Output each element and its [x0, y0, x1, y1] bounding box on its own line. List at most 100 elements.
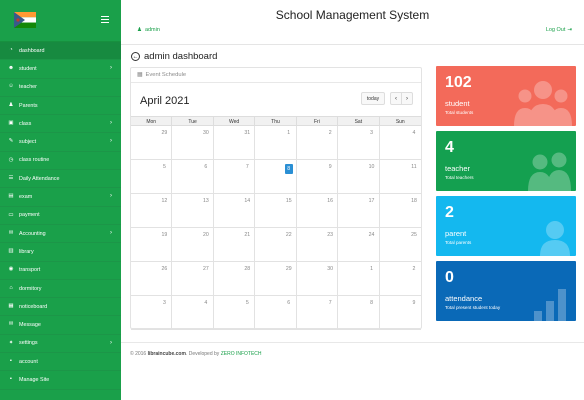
student-stat-card[interactable]: 102 student Total students: [436, 66, 576, 126]
day-number: 17: [368, 198, 375, 204]
day-number: 20: [202, 232, 209, 238]
calendar-day-cell[interactable]: 13: [172, 194, 214, 228]
calendar-day-cell[interactable]: 8: [255, 160, 297, 194]
calendar-day-cell[interactable]: 11: [379, 160, 421, 194]
sidebar-item-dormitory[interactable]: ⌂ dormitory: [0, 280, 121, 299]
calendar-day-cell[interactable]: 14: [213, 194, 256, 228]
logout-link[interactable]: Log Out ⇥: [546, 27, 572, 33]
arrow-circle-icon: ←: [131, 52, 140, 61]
calendar-day-cell[interactable]: 28: [213, 262, 256, 296]
calendar-day-cell[interactable]: 21: [213, 228, 256, 262]
logout-label: Log Out: [545, 27, 566, 33]
sidebar-header: [0, 0, 121, 42]
calendar-day-cell[interactable]: 4: [172, 296, 214, 330]
calendar-day-cell[interactable]: 23: [296, 228, 339, 262]
bar-chart-icon: [534, 289, 566, 321]
calendar-day-cell[interactable]: 16: [296, 194, 339, 228]
sidebar-item-label: library: [19, 248, 34, 255]
calendar-day-cell[interactable]: 8: [338, 296, 380, 330]
calendar-day-cell[interactable]: 2: [379, 262, 421, 296]
calendar-day-cell[interactable]: 24: [338, 228, 380, 262]
calendar-day-cell[interactable]: 9: [296, 160, 339, 194]
sidebar-item-daily-attendance[interactable]: ☰ Daily Attendance: [0, 170, 121, 189]
event-schedule-panel: ▦ Event Schedule April 2021 today ‹ › Mo…: [130, 67, 422, 330]
parent-stat-card[interactable]: 2 parent Total parents: [436, 196, 576, 256]
calendar-day-cell[interactable]: 29: [255, 262, 297, 296]
calendar-day-cell[interactable]: 30: [172, 126, 214, 160]
subject-icon: ✎: [8, 138, 14, 145]
calendar-day-cell[interactable]: 29: [131, 126, 173, 160]
calendar-day-cell[interactable]: 25: [379, 228, 421, 262]
calendar-day-cell[interactable]: 3: [338, 126, 380, 160]
teacher-stat-card[interactable]: 4 teacher Total teachers: [436, 131, 576, 191]
sidebar-item-label: dormitory: [19, 285, 42, 292]
day-number: 8: [370, 300, 373, 306]
calendar-day-cell[interactable]: 7: [296, 296, 339, 330]
sidebar-item-settings[interactable]: ✦ settings ›: [0, 335, 121, 354]
calendar-day-cell[interactable]: 31: [213, 126, 256, 160]
day-number: 14: [244, 198, 251, 204]
calendar-day-cell[interactable]: 7: [213, 160, 256, 194]
next-month-button[interactable]: ›: [401, 92, 413, 105]
sidebar-item-library[interactable]: ▥ library: [0, 243, 121, 262]
day-number: 21: [244, 232, 251, 238]
footer-site[interactable]: libraincube.com: [148, 351, 186, 357]
sidebar-item-manage-site[interactable]: ▪ Manage Site: [0, 371, 121, 390]
calendar-day-cell[interactable]: 9: [379, 296, 421, 330]
attendance-stat-card[interactable]: 0 attendance Total present student today: [436, 261, 576, 321]
sidebar-item-exam[interactable]: ▤ exam ›: [0, 188, 121, 207]
footer-brand-link[interactable]: ZERO INFOTECH: [221, 351, 262, 357]
sidebar-item-subject[interactable]: ✎ subject ›: [0, 133, 121, 152]
day-number: 18: [411, 198, 417, 204]
sidebar-item-label: transport: [19, 267, 41, 274]
calendar-day-cell[interactable]: 17: [338, 194, 380, 228]
sidebar-item-label: Parents: [19, 102, 38, 109]
chevron-right-icon: ›: [110, 120, 112, 127]
sidebar-item-parents[interactable]: ♟ Parents: [0, 97, 121, 116]
sidebar-item-teacher[interactable]: ☺ teacher: [0, 79, 121, 97]
calendar-day-cell[interactable]: 22: [255, 228, 297, 262]
calendar-day-cell[interactable]: 15: [255, 194, 297, 228]
day-number: 19: [161, 232, 168, 238]
clock-icon: ◷: [8, 156, 14, 163]
calendar-day-cell[interactable]: 1: [338, 262, 380, 296]
sidebar-item-accounting[interactable]: ✉ Accounting ›: [0, 225, 121, 244]
calendar-day-cell[interactable]: 5: [213, 296, 256, 330]
payment-icon: ▭: [8, 211, 14, 218]
calendar-day-cell[interactable]: 18: [379, 194, 421, 228]
current-user[interactable]: ♟ admin: [137, 27, 160, 33]
calendar-day-cell[interactable]: 20: [172, 228, 214, 262]
calendar-day-cell[interactable]: 19: [131, 228, 173, 262]
calendar-days: 29 30 31 1 2 3 4 5 6 7 8 9 10 11 12 13 14 15 16 17 18 19 20 21 2…: [131, 126, 421, 330]
calendar-day-cell[interactable]: 6: [255, 296, 297, 330]
today-button[interactable]: today: [361, 92, 385, 105]
calendar-day-cell[interactable]: 6: [172, 160, 214, 194]
sidebar-item-student[interactable]: ☻ student ›: [0, 60, 121, 79]
sidebar-item-dashboard[interactable]: ◔ dashboard: [0, 42, 121, 61]
sidebar-item-class-routine[interactable]: ◷ class routine: [0, 152, 121, 171]
flag-logo-icon[interactable]: [14, 12, 36, 28]
sidebar-item-noticeboard[interactable]: ▦ noticeboard: [0, 298, 121, 317]
calendar-day-cell[interactable]: 26: [131, 262, 173, 296]
day-number: 9: [328, 164, 332, 170]
calendar-day-cell[interactable]: 5: [131, 160, 173, 194]
calendar-day-cell[interactable]: 2: [296, 126, 339, 160]
calendar-day-cell[interactable]: 30: [296, 262, 339, 296]
day-number: 5: [245, 300, 249, 306]
manage-site-icon: ▪: [10, 376, 12, 383]
day-number: 29: [161, 130, 168, 136]
calendar-day-cell[interactable]: 3: [131, 296, 173, 330]
sidebar-item-transport[interactable]: ◉ transport: [0, 262, 121, 280]
sidebar-item-message[interactable]: ✉ Message: [0, 316, 121, 335]
calendar-day-cell[interactable]: 4: [379, 126, 421, 160]
sidebar-item-payment[interactable]: ▭ payment: [0, 207, 121, 225]
calendar-day-cell[interactable]: 10: [338, 160, 380, 194]
menu-toggle-icon[interactable]: [101, 16, 109, 24]
sidebar-item-account[interactable]: ▪ account: [0, 353, 121, 372]
sidebar-item-class[interactable]: ▣ class ›: [0, 115, 121, 134]
calendar-day-cell[interactable]: 1: [255, 126, 297, 160]
day-number: 29: [285, 266, 292, 272]
calendar-day-cell[interactable]: 12: [131, 194, 173, 228]
sidebar-item-label: student: [19, 65, 37, 72]
calendar-day-cell[interactable]: 27: [172, 262, 214, 296]
